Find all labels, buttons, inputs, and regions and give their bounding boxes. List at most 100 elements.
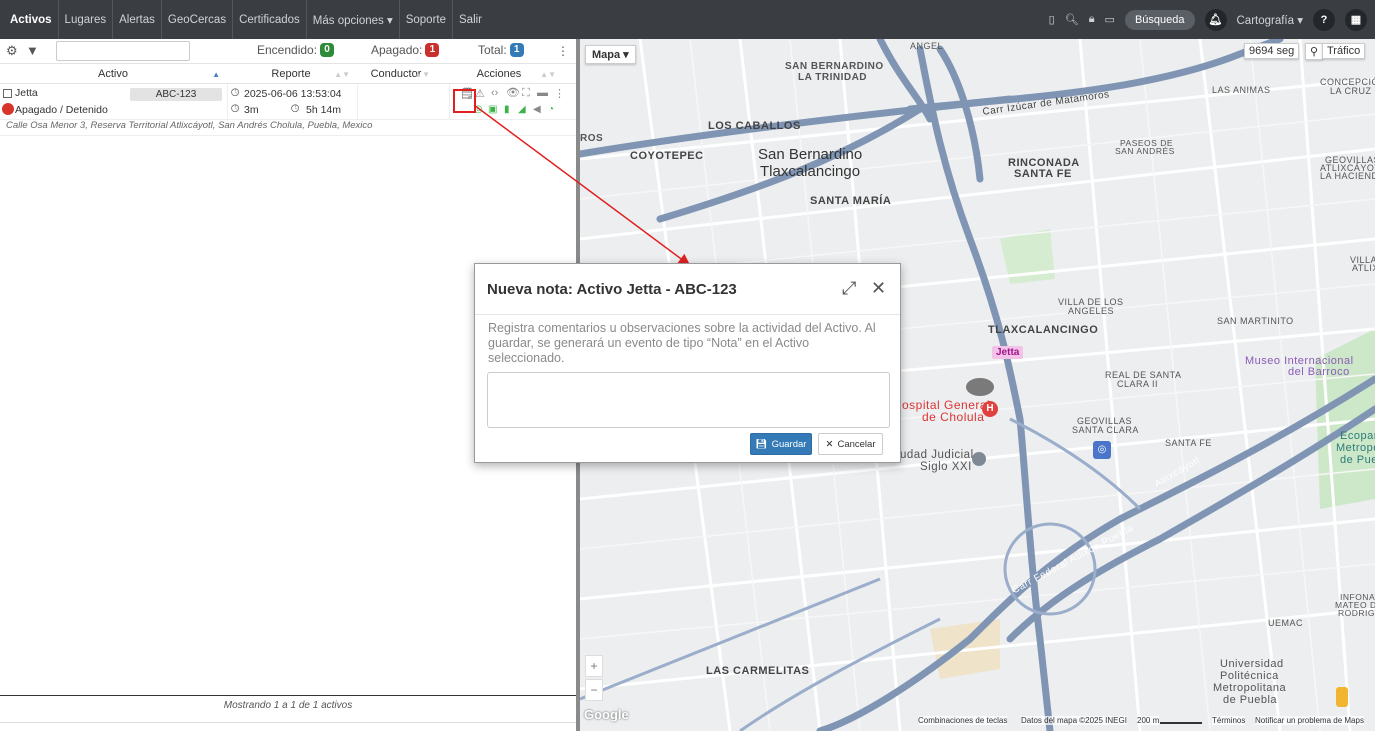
lock-icon[interactable]: 🔒︎ — [1089, 13, 1095, 26]
note-action-highlight — [453, 89, 476, 113]
cancel-button[interactable]: ✕ Cancelar — [818, 433, 883, 455]
report-datetime: 2025-06-06 13:53:04 — [244, 88, 342, 100]
clock-icon: 🕓︎ — [291, 103, 300, 115]
save-button[interactable]: 💾︎ Guardar — [750, 433, 812, 455]
traffic-toggle[interactable]: Tráfico — [1322, 43, 1366, 59]
nav-activos[interactable]: Activos — [0, 0, 59, 39]
header-activo-label: Activo — [98, 68, 128, 80]
kebab-icon[interactable]: ⋮ — [554, 87, 565, 100]
save-button-label: Guardar — [771, 438, 807, 450]
apagado-counter: Apagado: 1 — [371, 43, 440, 57]
building-pin-icon[interactable] — [972, 452, 986, 466]
search-button[interactable]: Búsqueda — [1124, 9, 1195, 30]
signal-icon: ◢ — [518, 104, 526, 115]
map-type-dropdown[interactable]: Mapa ▾ — [585, 45, 636, 64]
bell-icon[interactable]: 🔔︎ — [1204, 8, 1227, 31]
message-icon[interactable]: ▬ — [537, 87, 548, 99]
map-label: Metropolitana — [1213, 682, 1287, 694]
hospital-pin-icon[interactable]: H — [982, 401, 998, 417]
speed-gauge-icon: ◔ — [548, 104, 555, 115]
filter-icon[interactable]: ▼ — [26, 44, 40, 58]
nav-salir[interactable]: Salir — [453, 0, 488, 39]
nav-mas-opciones[interactable]: Más opciones ▾ — [307, 0, 400, 39]
map-label: de Puebla — [1223, 694, 1278, 706]
more-options-icon[interactable]: ⋮ — [557, 44, 569, 58]
attribution-report[interactable]: Notificar un problema de Maps — [1255, 716, 1364, 725]
attribution-shortcuts[interactable]: Combinaciones de teclas — [918, 716, 1008, 725]
scale-bar — [1160, 722, 1202, 724]
settings-gear-icon[interactable]: ⚙ — [6, 44, 20, 58]
map-label: CLARA II — [1117, 379, 1159, 389]
apagado-badge: 1 — [425, 43, 440, 57]
note-textarea[interactable] — [487, 372, 890, 428]
battery-icon: ▮ — [504, 104, 510, 115]
report-ago: 3m — [244, 104, 259, 116]
sort-icon[interactable]: ▲▼ — [334, 70, 350, 79]
map-label: Ecoparq — [1340, 430, 1375, 442]
conductor-cell — [358, 84, 450, 119]
map-label: LA TRINIDAD — [798, 72, 868, 83]
assets-search-input[interactable] — [56, 41, 190, 61]
sort-asc-icon[interactable]: ▲ — [212, 70, 220, 79]
apps-grid-icon[interactable]: ▦ — [1345, 8, 1367, 31]
header-conductor[interactable]: Conductor ▲▼ — [356, 64, 436, 84]
sort-icon[interactable]: ▲▼ — [414, 70, 430, 79]
map-label: del Barroco — [1288, 366, 1350, 378]
report-duration: 5h 14m — [306, 104, 342, 116]
map-label: SAN BERNARDINO — [785, 61, 884, 72]
map-icon[interactable]: ⛶ — [522, 87, 530, 100]
street-view-pegman-icon[interactable] — [1336, 687, 1348, 707]
cancel-button-label: Cancelar — [837, 438, 876, 450]
asset-address: Calle Osa Menor 3, Reserva Territorial A… — [0, 120, 576, 136]
search-icon[interactable]: 🔍︎ — [1065, 13, 1079, 26]
nav-geocercas[interactable]: GeoCercas — [162, 0, 234, 39]
modal-header: Nueva nota: Activo Jetta - ABC-123 ⤢ ✕ — [475, 264, 900, 315]
row-checkbox[interactable] — [3, 89, 12, 98]
mobile-icon[interactable]: ▯ — [1049, 13, 1055, 26]
map-label: de Puebl — [1340, 454, 1375, 466]
attribution-terms[interactable]: Términos — [1212, 716, 1246, 725]
nav-alertas[interactable]: Alertas — [113, 0, 162, 39]
nav-certificados[interactable]: Certificados — [233, 0, 307, 39]
place-pin-icon[interactable]: ◎ — [1093, 441, 1111, 459]
eye-icon[interactable]: 👁︎ — [506, 86, 520, 99]
expand-icon[interactable]: ⤢ — [842, 278, 856, 299]
assets-toolbar: ⚙ ▼ Encendido: 0 Apagado: 1 Total: 1 ⋮ — [0, 39, 576, 64]
alert-triangle-icon[interactable]: ⚠ — [475, 87, 485, 100]
total-label: Total: — [478, 43, 507, 57]
sort-icon[interactable]: ▲▼ — [540, 70, 556, 79]
save-floppy-icon: 💾︎ — [755, 438, 768, 450]
zoom-in-button[interactable]: + — [585, 655, 603, 677]
total-counter: Total: 1 — [478, 43, 524, 57]
close-icon[interactable]: ✕ — [871, 278, 886, 299]
header-activo[interactable]: Activo ▲ — [0, 64, 226, 84]
card-icon[interactable]: ▭ — [1105, 13, 1115, 26]
header-reporte-label: Reporte — [271, 68, 311, 80]
scale-label: 200 m — [1137, 716, 1160, 725]
map-label: LA CRUZ — [1330, 86, 1372, 96]
direction-icon: ◀ — [533, 104, 541, 115]
google-logo: Google — [584, 707, 629, 722]
activo-cell: Jetta ABC-123 Apagado / Detenido — [0, 84, 228, 119]
nav-soporte[interactable]: Soporte — [400, 0, 453, 39]
help-icon[interactable]: ? — [1313, 8, 1335, 31]
code-icon[interactable]: ‹› — [491, 87, 498, 99]
asset-map-marker[interactable]: Jetta — [992, 346, 1024, 359]
map-label: ANGEL — [910, 41, 944, 51]
map-label: ROS — [580, 133, 604, 144]
asset-name[interactable]: Jetta — [15, 87, 38, 99]
asset-plate: ABC-123 — [130, 88, 222, 101]
map-pin-icon[interactable]: ⚲ — [1305, 43, 1324, 60]
map-label: de Cholula — [922, 410, 985, 424]
cartography-dropdown[interactable]: Cartografía ▾ — [1237, 13, 1304, 27]
zoom-out-button[interactable]: − — [585, 679, 603, 701]
nav-lugares[interactable]: Lugares — [59, 0, 114, 39]
map-label: Politécnica — [1220, 670, 1279, 682]
footer-divider — [0, 722, 576, 723]
map-label: LOS CABALLOS — [708, 120, 801, 132]
header-reporte[interactable]: Reporte ▲▼ — [226, 64, 356, 84]
total-badge: 1 — [509, 43, 524, 57]
table-row[interactable]: Jetta ABC-123 Apagado / Detenido 🕓︎ 2025… — [0, 84, 576, 120]
refresh-seconds-label: 9694 seg — [1244, 43, 1300, 59]
map-label: SANTA CLARA — [1072, 425, 1139, 435]
